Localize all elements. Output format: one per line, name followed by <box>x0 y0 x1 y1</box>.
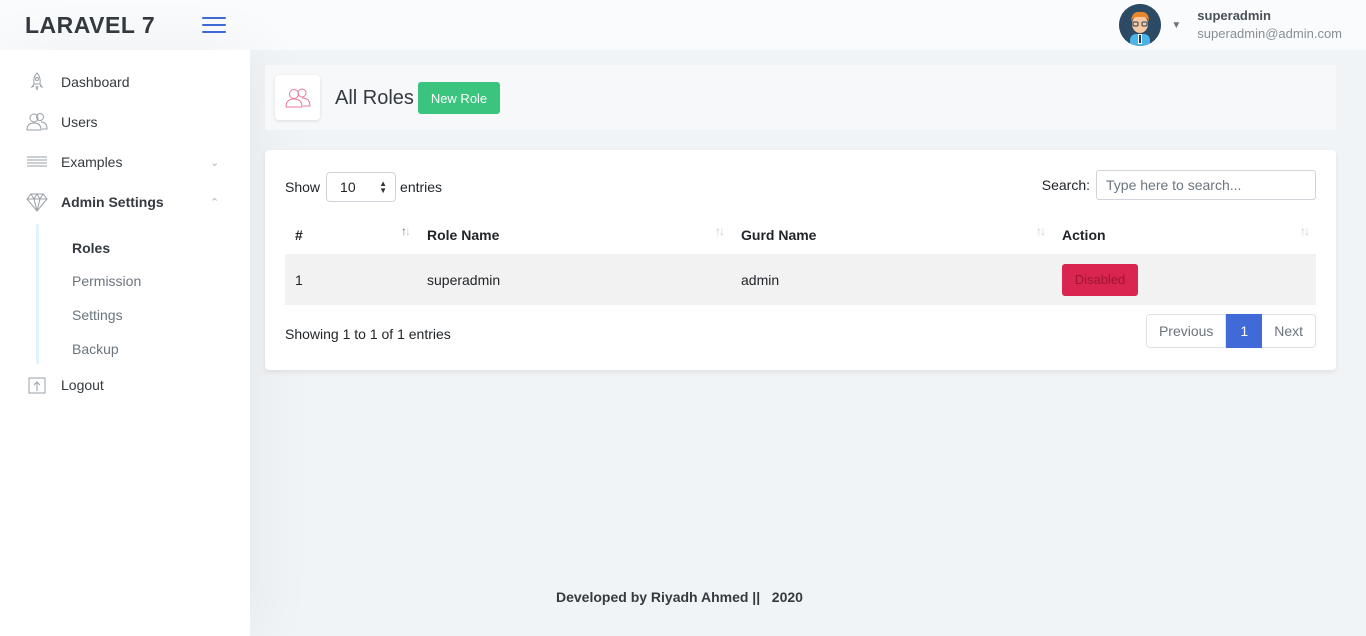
sidebar-item-label: Users <box>61 114 98 130</box>
footer-text: Developed by Riyadh Ahmed || 2020 <box>556 589 803 605</box>
users-icon <box>275 75 320 120</box>
cell-id: 1 <box>285 254 417 305</box>
entries-select-value: 10 <box>340 179 356 195</box>
chevron-down-icon[interactable]: ▼ <box>1171 20 1181 31</box>
entries-select[interactable]: 10 ▲ ▼ <box>326 172 397 202</box>
submenu-indicator <box>36 224 39 364</box>
new-role-button[interactable]: New Role <box>418 82 500 114</box>
column-header-guard-name[interactable]: Gurd Name ↑↓ <box>731 215 1052 254</box>
show-label: Show <box>285 179 321 195</box>
chevron-down-icon: ⌄ <box>210 156 220 169</box>
sidebar: Dashboard Users Examples ⌄ Admin Setting… <box>0 50 250 636</box>
sidebar-item-admin-settings[interactable]: Admin Settings ⌃ <box>25 190 219 214</box>
sort-icon: ↑↓ <box>401 224 411 238</box>
sidebar-subitem-backup[interactable]: Backup <box>72 341 119 357</box>
search-label: Search: <box>1041 177 1090 193</box>
cell-action: Disabled <box>1052 254 1316 305</box>
user-email: superadmin@admin.com <box>1197 26 1342 41</box>
sidebar-item-label: Examples <box>61 154 123 170</box>
hamburger-menu-icon[interactable] <box>202 17 226 33</box>
sort-icon: ↑↓ <box>1036 224 1046 238</box>
sidebar-item-logout[interactable]: Logout <box>25 373 104 397</box>
avatar[interactable] <box>1119 4 1162 46</box>
entries-length-control: Show 10 ▲ ▼ entries <box>285 172 442 202</box>
diamond-icon <box>25 190 49 214</box>
pagination: Previous 1 Next <box>1145 314 1316 348</box>
page-title-bar: All Roles New Role <box>265 65 1336 130</box>
entries-label: entries <box>400 179 443 195</box>
roles-card: Show 10 ▲▼ entries Search: #↑↓ Role Name… <box>265 150 1336 370</box>
sidebar-item-label: Logout <box>61 377 104 393</box>
column-header-role-name[interactable]: Role Name ↑↓ <box>417 215 731 254</box>
user-name: superadmin <box>1197 7 1271 23</box>
chevron-up-icon: ⌃ <box>210 196 220 209</box>
cell-role-name: superadmin <box>417 254 731 305</box>
sidebar-item-label: Admin Settings <box>61 194 164 210</box>
select-arrows-icon: ▲ ▼ <box>379 179 388 195</box>
users-icon <box>25 110 49 134</box>
menu-lines-icon <box>25 150 49 174</box>
previous-page-button[interactable]: Previous <box>1145 314 1227 348</box>
table-info: Showing 1 to 1 of 1 entries <box>285 326 451 342</box>
search-control: Search: <box>1042 170 1316 200</box>
table-row: 1 superadmin admin Disabled <box>285 254 1316 305</box>
app-header: LARAVEL 7 ▼ superadmin superadmin@admin.… <box>0 0 1366 50</box>
page-1-button[interactable]: 1 <box>1226 314 1263 348</box>
column-header-id[interactable]: # ↑↓ <box>285 215 417 254</box>
search-input[interactable] <box>1096 170 1316 200</box>
user-menu[interactable]: ▼ superadmin superadmin@admin.com <box>1119 4 1342 46</box>
next-page-button[interactable]: Next <box>1262 314 1316 348</box>
sidebar-subitem-roles[interactable]: Roles <box>72 240 110 256</box>
cell-guard-name: admin <box>731 254 1052 305</box>
brand-logo[interactable]: LARAVEL 7 <box>25 12 155 39</box>
column-header-action[interactable]: Action ↑↓ <box>1052 215 1316 254</box>
rocket-icon <box>25 70 49 94</box>
page-title: All Roles <box>335 87 414 109</box>
disabled-button[interactable]: Disabled <box>1062 263 1138 296</box>
upload-icon <box>25 373 49 397</box>
sidebar-subitem-settings[interactable]: Settings <box>72 307 123 323</box>
sort-icon: ↑↓ <box>715 224 725 238</box>
sidebar-item-label: Dashboard <box>61 74 130 90</box>
sidebar-subitem-permission[interactable]: Permission <box>72 273 141 289</box>
sidebar-item-users[interactable]: Users <box>25 110 98 134</box>
sidebar-item-dashboard[interactable]: Dashboard <box>25 70 130 94</box>
roles-table: # ↑↓ Role Name ↑↓ Gurd Name ↑↓ Action ↑↓ 1 s… <box>285 215 1316 305</box>
sort-icon: ↑↓ <box>1300 224 1310 238</box>
sidebar-item-examples[interactable]: Examples ⌄ <box>25 150 219 174</box>
